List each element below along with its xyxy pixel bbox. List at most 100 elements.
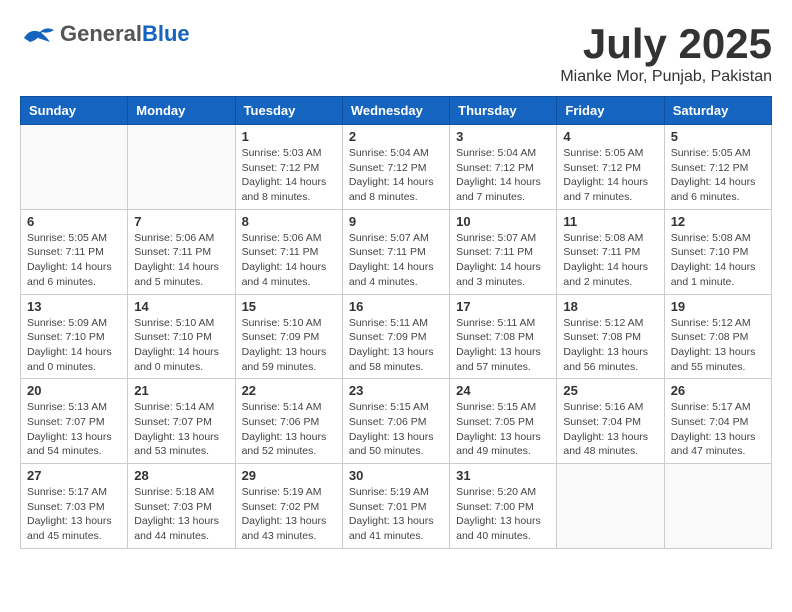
day-info: Sunrise: 5:11 AM Sunset: 7:08 PM Dayligh… [456, 316, 550, 375]
calendar-cell: 11Sunrise: 5:08 AM Sunset: 7:11 PM Dayli… [557, 209, 664, 294]
calendar-cell: 5 Sunrise: 5:05 AM Sunset: 7:12 PM Daylig… [664, 125, 771, 210]
logo: GeneralBlue [20, 20, 190, 48]
calendar-cell [21, 125, 128, 210]
calendar-cell [557, 464, 664, 549]
day-info: Sunrise: 5:18 AM Sunset: 7:03 PM Dayligh… [134, 485, 228, 544]
day-info: Sunrise: 5:15 AM Sunset: 7:06 PM Dayligh… [349, 400, 443, 459]
calendar-week-row: 6 Sunrise: 5:05 AM Sunset: 7:11 PM Daylig… [21, 209, 772, 294]
calendar-cell: 24 Sunrise: 5:15 AM Sunset: 7:05 PM Dayli… [450, 379, 557, 464]
day-info: Sunrise: 5:12 AM Sunset: 7:08 PM Dayligh… [563, 316, 657, 375]
calendar-cell: 15 Sunrise: 5:10 AM Sunset: 7:09 PM Dayli… [235, 294, 342, 379]
logo-icon [20, 20, 56, 48]
day-number: 29 [242, 468, 336, 483]
day-info: Sunrise: 5:08 AM Sunset: 7:10 PM Dayligh… [671, 231, 765, 290]
calendar-cell [664, 464, 771, 549]
weekday-header-friday: Friday [557, 97, 664, 125]
calendar-cell: 22 Sunrise: 5:14 AM Sunset: 7:06 PM Dayli… [235, 379, 342, 464]
month-title: July 2025 [560, 20, 772, 68]
calendar-cell: 31Sunrise: 5:20 AM Sunset: 7:00 PM Dayli… [450, 464, 557, 549]
calendar-cell: 28 Sunrise: 5:18 AM Sunset: 7:03 PM Dayli… [128, 464, 235, 549]
day-info: Sunrise: 5:06 AM Sunset: 7:11 PM Dayligh… [134, 231, 228, 290]
calendar-cell: 29Sunrise: 5:19 AM Sunset: 7:02 PM Dayli… [235, 464, 342, 549]
title-block: July 2025 Mianke Mor, Punjab, Pakistan [560, 20, 772, 86]
day-number: 24 [456, 383, 550, 398]
day-number: 8 [242, 214, 336, 229]
calendar-cell: 1Sunrise: 5:03 AM Sunset: 7:12 PM Daylig… [235, 125, 342, 210]
day-info: Sunrise: 5:16 AM Sunset: 7:04 PM Dayligh… [563, 400, 657, 459]
day-info: Sunrise: 5:04 AM Sunset: 7:12 PM Dayligh… [349, 146, 443, 205]
location-subtitle: Mianke Mor, Punjab, Pakistan [560, 68, 772, 86]
calendar-cell: 18 Sunrise: 5:12 AM Sunset: 7:08 PM Dayli… [557, 294, 664, 379]
day-info: Sunrise: 5:12 AM Sunset: 7:08 PM Dayligh… [671, 316, 765, 375]
day-number: 27 [27, 468, 121, 483]
day-info: Sunrise: 5:14 AM Sunset: 7:06 PM Dayligh… [242, 400, 336, 459]
day-number: 18 [563, 299, 657, 314]
day-number: 14 [134, 299, 228, 314]
day-info: Sunrise: 5:19 AM Sunset: 7:01 PM Dayligh… [349, 485, 443, 544]
day-number: 25 [563, 383, 657, 398]
calendar-cell: 26Sunrise: 5:17 AM Sunset: 7:04 PM Dayli… [664, 379, 771, 464]
day-number: 16 [349, 299, 443, 314]
calendar-cell: 7Sunrise: 5:06 AM Sunset: 7:11 PM Daylig… [128, 209, 235, 294]
calendar-cell: 21 Sunrise: 5:14 AM Sunset: 7:07 PM Dayli… [128, 379, 235, 464]
calendar-cell: 23 Sunrise: 5:15 AM Sunset: 7:06 PM Dayli… [342, 379, 449, 464]
calendar-cell: 13 Sunrise: 5:09 AM Sunset: 7:10 PM Dayli… [21, 294, 128, 379]
calendar-cell: 3Sunrise: 5:04 AM Sunset: 7:12 PM Daylig… [450, 125, 557, 210]
day-number: 31 [456, 468, 550, 483]
day-number: 22 [242, 383, 336, 398]
page-header: GeneralBlue July 2025 Mianke Mor, Punjab… [20, 20, 772, 86]
calendar-table: SundayMondayTuesdayWednesdayThursdayFrid… [20, 96, 772, 549]
calendar-cell: 10Sunrise: 5:07 AM Sunset: 7:11 PM Dayli… [450, 209, 557, 294]
day-number: 2 [349, 129, 443, 144]
calendar-week-row: 13 Sunrise: 5:09 AM Sunset: 7:10 PM Dayli… [21, 294, 772, 379]
day-info: Sunrise: 5:06 AM Sunset: 7:11 PM Dayligh… [242, 231, 336, 290]
day-number: 17 [456, 299, 550, 314]
day-info: Sunrise: 5:07 AM Sunset: 7:11 PM Dayligh… [349, 231, 443, 290]
calendar-cell: 27Sunrise: 5:17 AM Sunset: 7:03 PM Dayli… [21, 464, 128, 549]
day-info: Sunrise: 5:03 AM Sunset: 7:12 PM Dayligh… [242, 146, 336, 205]
day-info: Sunrise: 5:14 AM Sunset: 7:07 PM Dayligh… [134, 400, 228, 459]
weekday-header-wednesday: Wednesday [342, 97, 449, 125]
calendar-cell: 25 Sunrise: 5:16 AM Sunset: 7:04 PM Dayli… [557, 379, 664, 464]
day-number: 19 [671, 299, 765, 314]
calendar-week-row: 27Sunrise: 5:17 AM Sunset: 7:03 PM Dayli… [21, 464, 772, 549]
weekday-header-row: SundayMondayTuesdayWednesdayThursdayFrid… [21, 97, 772, 125]
day-number: 9 [349, 214, 443, 229]
logo-blue-text: Blue [142, 21, 190, 46]
day-info: Sunrise: 5:05 AM Sunset: 7:12 PM Dayligh… [563, 146, 657, 205]
calendar-cell: 19 Sunrise: 5:12 AM Sunset: 7:08 PM Dayli… [664, 294, 771, 379]
calendar-cell: 30 Sunrise: 5:19 AM Sunset: 7:01 PM Dayli… [342, 464, 449, 549]
calendar-cell: 2 Sunrise: 5:04 AM Sunset: 7:12 PM Daylig… [342, 125, 449, 210]
day-number: 4 [563, 129, 657, 144]
calendar-week-row: 1Sunrise: 5:03 AM Sunset: 7:12 PM Daylig… [21, 125, 772, 210]
weekday-header-monday: Monday [128, 97, 235, 125]
weekday-header-sunday: Sunday [21, 97, 128, 125]
day-number: 6 [27, 214, 121, 229]
calendar-cell: 17 Sunrise: 5:11 AM Sunset: 7:08 PM Dayli… [450, 294, 557, 379]
day-info: Sunrise: 5:10 AM Sunset: 7:09 PM Dayligh… [242, 316, 336, 375]
calendar-cell: 14Sunrise: 5:10 AM Sunset: 7:10 PM Dayli… [128, 294, 235, 379]
day-number: 23 [349, 383, 443, 398]
day-number: 15 [242, 299, 336, 314]
weekday-header-saturday: Saturday [664, 97, 771, 125]
day-number: 20 [27, 383, 121, 398]
day-number: 5 [671, 129, 765, 144]
day-info: Sunrise: 5:09 AM Sunset: 7:10 PM Dayligh… [27, 316, 121, 375]
day-number: 30 [349, 468, 443, 483]
day-number: 11 [563, 214, 657, 229]
day-number: 28 [134, 468, 228, 483]
weekday-header-tuesday: Tuesday [235, 97, 342, 125]
day-info: Sunrise: 5:07 AM Sunset: 7:11 PM Dayligh… [456, 231, 550, 290]
day-number: 13 [27, 299, 121, 314]
day-number: 26 [671, 383, 765, 398]
day-info: Sunrise: 5:04 AM Sunset: 7:12 PM Dayligh… [456, 146, 550, 205]
day-info: Sunrise: 5:15 AM Sunset: 7:05 PM Dayligh… [456, 400, 550, 459]
day-number: 12 [671, 214, 765, 229]
day-info: Sunrise: 5:13 AM Sunset: 7:07 PM Dayligh… [27, 400, 121, 459]
day-info: Sunrise: 5:05 AM Sunset: 7:11 PM Dayligh… [27, 231, 121, 290]
calendar-cell: 16Sunrise: 5:11 AM Sunset: 7:09 PM Dayli… [342, 294, 449, 379]
day-info: Sunrise: 5:05 AM Sunset: 7:12 PM Dayligh… [671, 146, 765, 205]
day-number: 21 [134, 383, 228, 398]
calendar-cell: 12 Sunrise: 5:08 AM Sunset: 7:10 PM Dayli… [664, 209, 771, 294]
calendar-cell: 4 Sunrise: 5:05 AM Sunset: 7:12 PM Daylig… [557, 125, 664, 210]
